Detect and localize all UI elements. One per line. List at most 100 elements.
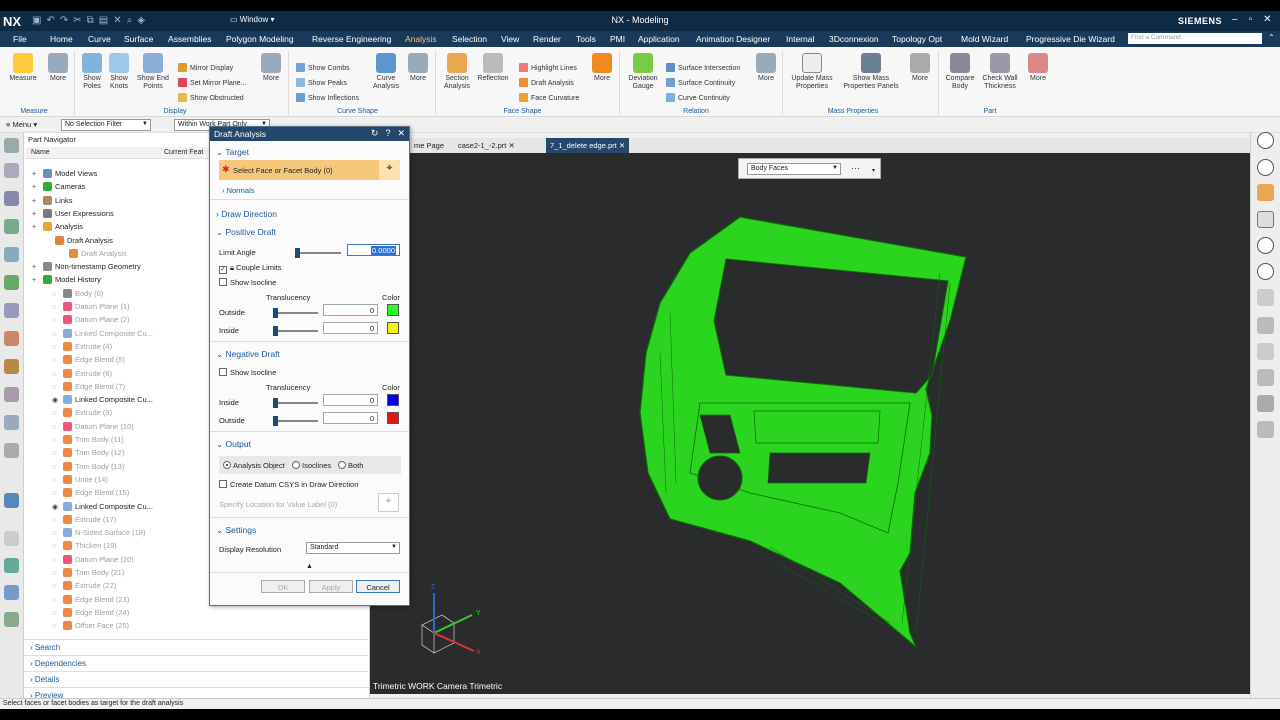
couple-limits-checkbox[interactable]: ✓ 🔒︎ Couple Limits [219,263,282,274]
face-more-button[interactable]: More [590,53,614,83]
face-icon[interactable] [1257,317,1274,334]
tube-icon[interactable] [1257,369,1274,386]
details-panel[interactable]: › Details [24,671,370,687]
expand-icon[interactable]: + [32,184,41,191]
roles-icon[interactable] [4,415,19,430]
tree-row[interactable]: ◉ Linked Composite Cu... [52,395,153,408]
visibility-icon[interactable]: ◌ [52,623,61,630]
negative-inside-color-swatch[interactable] [387,394,399,406]
close-icon[interactable]: ✕ [1263,14,1271,25]
visibility-icon[interactable]: ◌ [52,570,61,577]
menu-analysis[interactable]: Analysis [405,34,437,44]
show-mass-properties-panels-button[interactable]: Show Mass Properties Panels [840,53,902,91]
visibility-icon[interactable]: ◌ [52,317,61,324]
tree-row[interactable]: ◌ Body (0) [52,288,103,302]
maximize-icon[interactable]: ▫ [1249,14,1253,25]
tree-row[interactable]: ◌ Extrude (6) [52,368,112,382]
cancel-button[interactable]: Cancel [356,580,400,593]
tree-row[interactable]: ◌ Edge Blend (5) [52,355,125,368]
menu-3dconnexion[interactable]: 3Dconnexion [829,34,879,44]
reuse-library-icon[interactable] [4,247,19,262]
model-icon[interactable] [1257,421,1274,438]
positive-outside-input[interactable]: 0 [323,304,378,316]
constraint-navigator-icon[interactable] [4,191,19,206]
visibility-icon[interactable]: ◌ [52,450,61,457]
view-fit-icon[interactable] [1257,132,1274,149]
minimize-icon[interactable]: – [1232,14,1238,25]
delete-icon[interactable]: ✕ [113,15,121,26]
negative-outside-input[interactable]: 0 [323,412,378,424]
undo-icon[interactable]: ↶ [46,15,54,26]
block-icon[interactable] [1257,289,1274,306]
save-icon[interactable]: ▣ [32,15,41,26]
expand-icon[interactable]: + [32,264,41,271]
visibility-icon[interactable]: ◌ [52,304,61,311]
create-datum-csys-checkbox[interactable]: Create Datum CSYS in Draw Direction [219,480,358,489]
target-section-header[interactable]: ⌄ Target [216,147,249,158]
more-options-icon[interactable]: ··· [851,163,860,173]
visibility-icon[interactable]: ◌ [52,464,61,471]
tree-row[interactable]: ◌ Extrude (4) [52,341,112,355]
menu-assemblies[interactable]: Assemblies [168,34,211,44]
positive-outside-color-swatch[interactable] [387,304,399,316]
menu-curve[interactable]: Curve [88,34,111,44]
tree-row[interactable]: ◌ Trim Body (21) [52,568,124,581]
clock-icon[interactable] [4,531,19,546]
tree-row[interactable]: ◌ Unite (14) [52,474,108,488]
menu-polygon-modeling[interactable]: Polygon Modeling [226,34,294,44]
tab-delete-edge[interactable]: 7_1_delete edge.prt ✕ [546,138,630,153]
tree-row[interactable]: ◌ N-Sided Surface (18) [52,528,145,541]
column-name[interactable]: Name [31,149,50,156]
close-tab-icon[interactable]: ✕ [619,141,625,150]
help-icon[interactable] [1257,237,1274,254]
expand-icon[interactable]: + [32,198,41,205]
negative-inside-input[interactable]: 0 [323,394,378,406]
positive-outside-slider[interactable] [273,308,318,318]
command-finder-icon[interactable]: ⌕ [127,15,133,26]
process-studio-icon[interactable] [4,359,19,374]
draft-analysis-button[interactable]: Draft Analysis [519,78,574,87]
menu-render[interactable]: Render [533,34,561,44]
tree-row[interactable]: ◌ Edge Blend (23) [52,594,129,608]
visibility-icon[interactable]: ◌ [52,384,61,391]
menu-pmi[interactable]: PMI [610,34,625,44]
tree-row[interactable]: + Non-timestamp Geometry [32,262,141,275]
tree-row[interactable]: ◌ Extrude (22) [52,581,116,594]
menu-animation-designer[interactable]: Animation Designer [696,34,770,44]
tree-row[interactable]: + Links [32,195,73,209]
visibility-icon[interactable]: ◌ [52,530,61,537]
visibility-icon[interactable]: ◌ [52,543,61,550]
analysis-object-radio[interactable]: Analysis Object [223,461,285,470]
curve-continuity-button[interactable]: Curve Continuity [666,93,730,102]
slider-thumb[interactable] [273,308,278,318]
cut-icon[interactable]: ✂ [73,15,81,26]
deviation-gauge-button[interactable]: Deviation Gauge [624,53,662,91]
visibility-icon[interactable]: ◌ [52,477,61,484]
close-tab-icon[interactable]: ✕ [508,141,514,150]
tree-row[interactable]: ◌ Trim Body (13) [52,461,124,475]
show-knots-button[interactable]: Show Knots [105,53,133,91]
display-more-button[interactable]: More [259,53,283,83]
chevron-up-icon[interactable]: ▲ [306,563,313,570]
positive-inside-slider[interactable] [273,326,318,336]
negative-outside-slider[interactable] [273,416,318,426]
tree-row[interactable]: ◌ Edge Blend (24) [52,607,129,621]
positive-inside-color-swatch[interactable] [387,322,399,334]
highlight-lines-button[interactable]: Highlight Lines [519,63,577,72]
menu-topology-opt[interactable]: Topology Opt [892,34,942,44]
positive-inside-input[interactable]: 0 [323,322,378,334]
touch-mode-icon[interactable]: ◈ [137,15,145,26]
face-filter-select[interactable]: Body Faces ▼ [747,163,841,175]
negative-inside-slider[interactable] [273,398,318,408]
type-filter-select[interactable]: No Selection Filter ▼ [61,119,151,131]
visibility-icon[interactable]: ◌ [52,437,61,444]
column-current-feature[interactable]: Current Feat [164,149,203,156]
visibility-icon[interactable]: ◌ [52,371,61,378]
help-icon[interactable]: ? [385,128,390,139]
tree-row[interactable]: + User Expressions [32,208,114,222]
select-face-row[interactable]: ✱ Select Face or Facet Body (0) ⌖ [219,160,400,180]
crosshair-icon[interactable]: ⌖ [379,160,400,180]
surface-continuity-button[interactable]: Surface Continuity [666,78,735,87]
negative-draft-section-header[interactable]: ⌄ Negative Draft [216,349,280,360]
show-poles-button[interactable]: Show Poles [78,53,106,91]
